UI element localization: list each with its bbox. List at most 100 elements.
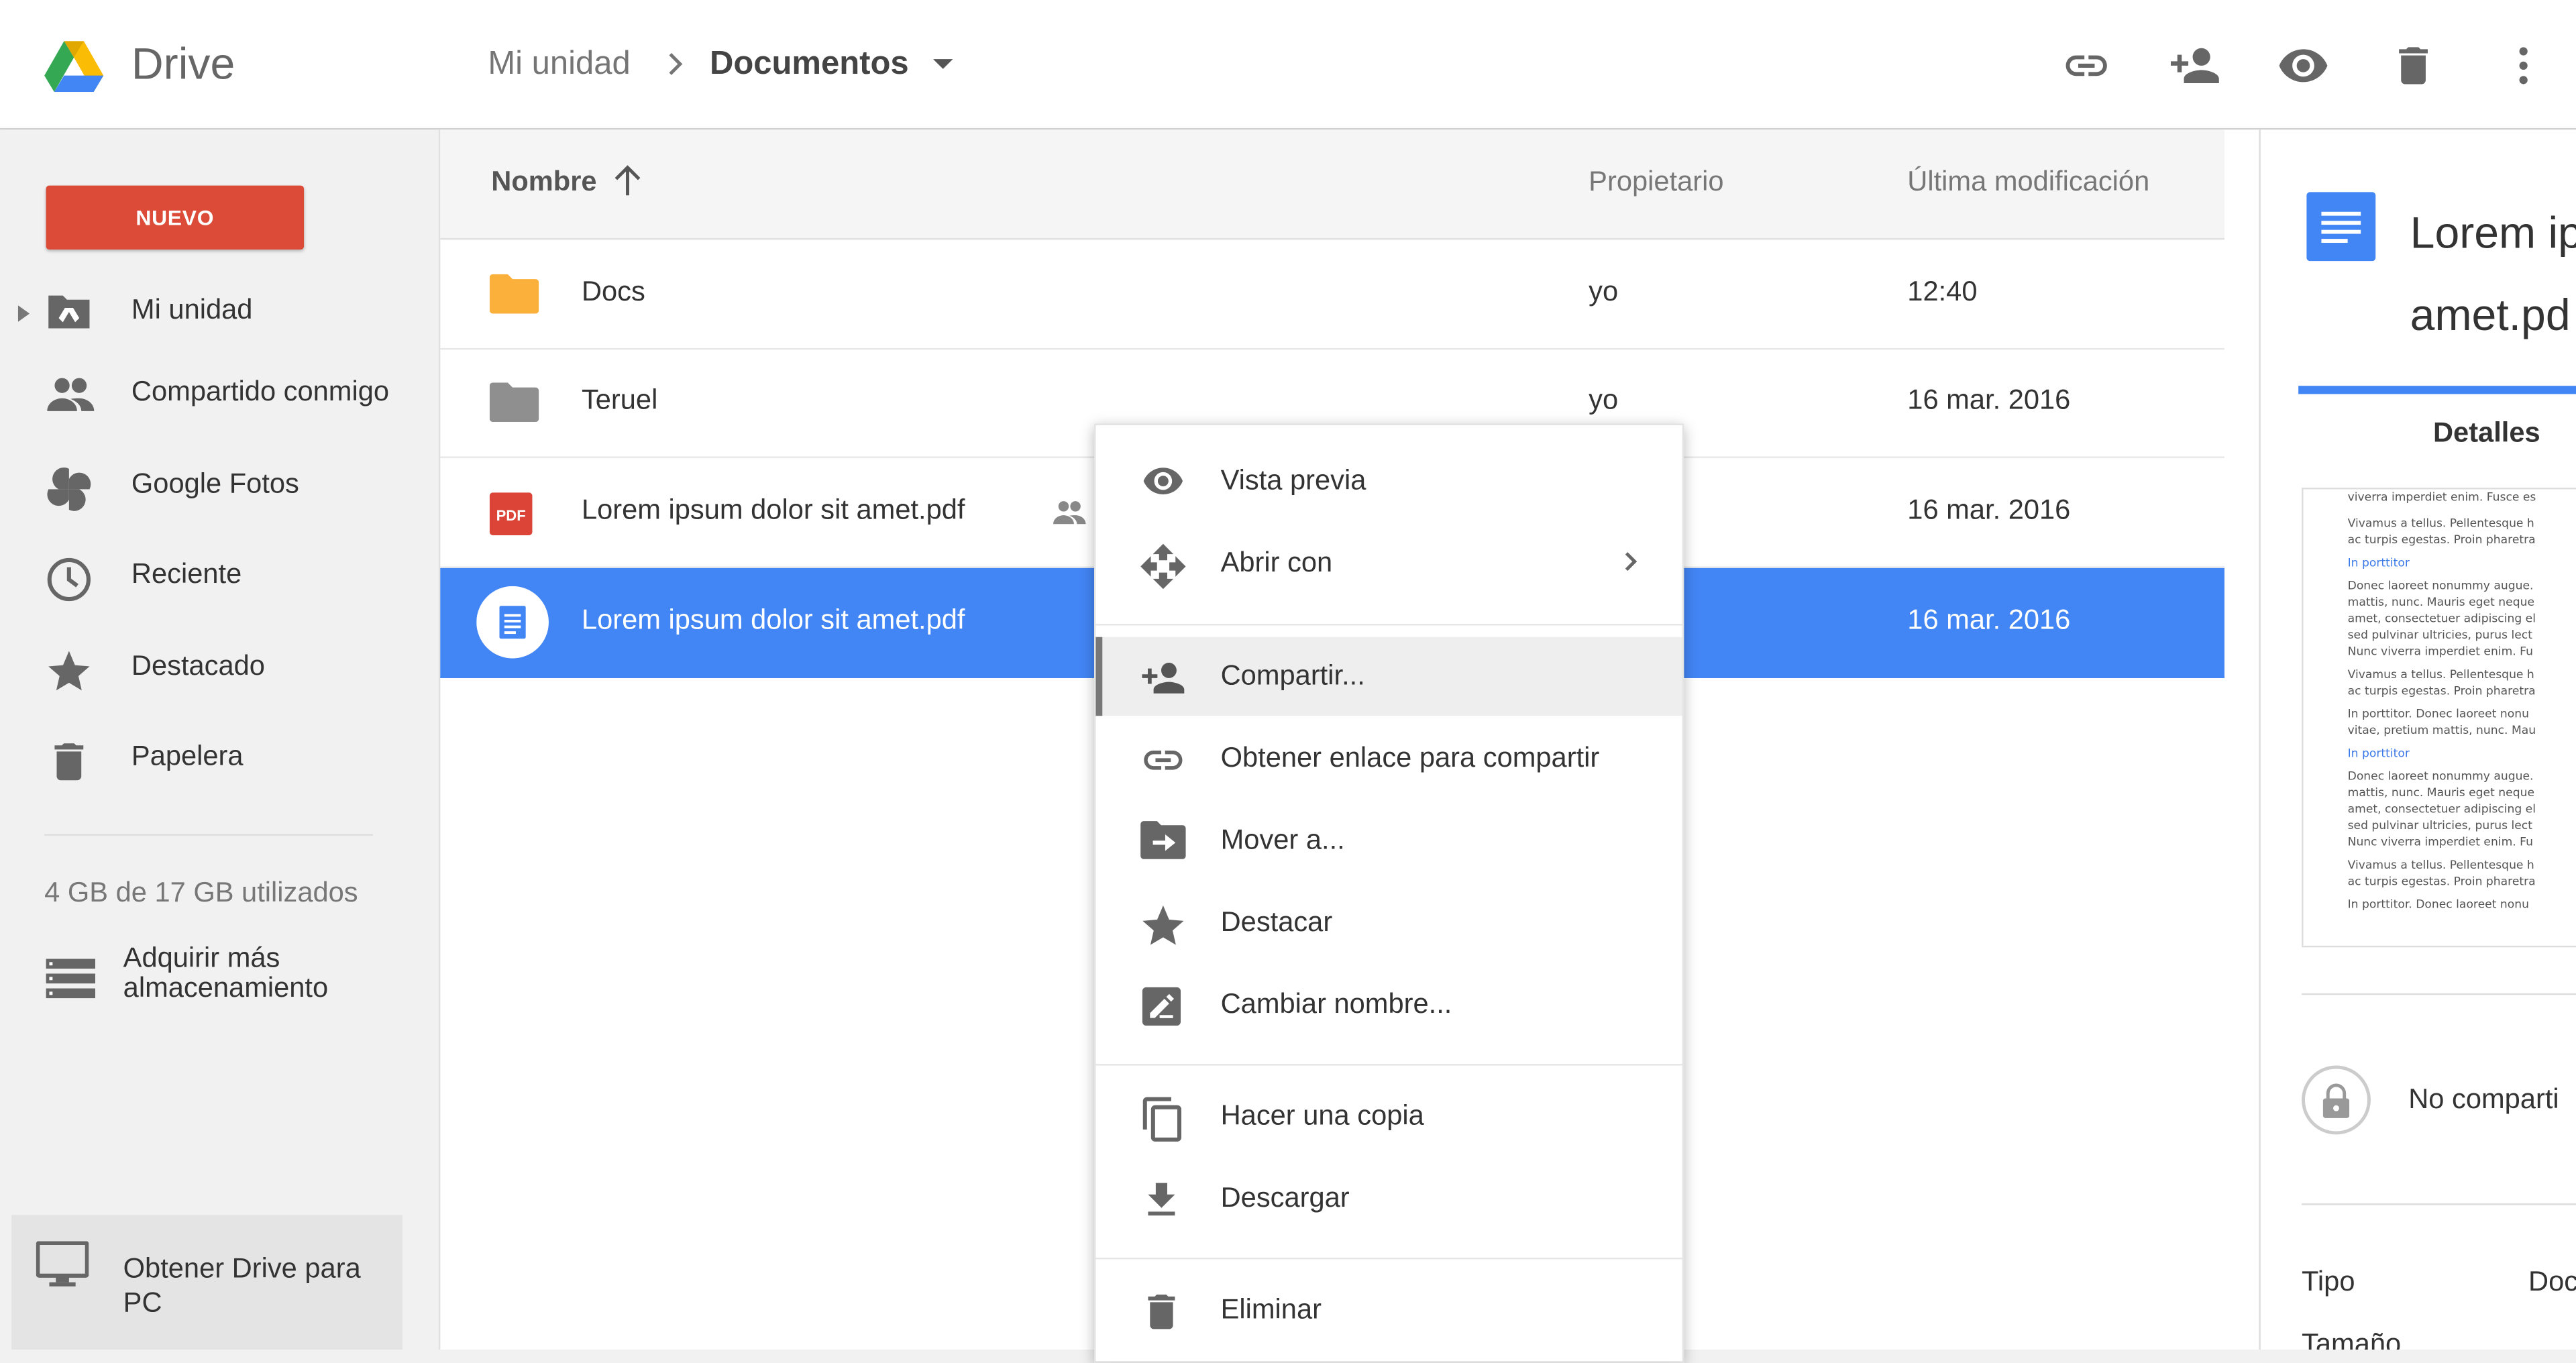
preview-line: In porttitor. Donec laoreet nonu <box>2347 707 2529 721</box>
preview-line: ac turpis egestas. Proin pharetra <box>2347 875 2536 889</box>
menu-item-label: Cambiar nombre... <box>1220 988 1452 1020</box>
menu-item-label: Compartir... <box>1220 659 1365 692</box>
file-name: Docs <box>581 276 645 307</box>
menu-item-label: Obtener enlace para compartir <box>1220 742 1600 773</box>
column-modified[interactable]: Última modificación <box>1907 166 2149 199</box>
sidebar-item-label: Reciente <box>131 558 242 590</box>
file-name: Teruel <box>581 384 658 416</box>
column-header-row: Nombre Propietario Última modificación <box>440 129 2224 240</box>
preview-line: In porttitor <box>2347 556 2410 570</box>
file-name: Lorem ipsum dolor sit amet.pdf <box>581 494 965 526</box>
preview-line: amet, consectetuer adipiscing el <box>2347 802 2536 816</box>
sidebar-item-shared[interactable]: Compartido conmigo <box>0 356 439 429</box>
sidebar-item-label: Google Fotos <box>131 468 299 500</box>
menu-item-delete[interactable]: Eliminar <box>1095 1271 1682 1350</box>
star-icon <box>44 647 93 696</box>
table-row[interactable]: Docs yo 12:40 <box>440 239 2224 350</box>
menu-divider <box>1095 1257 1682 1260</box>
menu-item-rename[interactable]: Cambiar nombre... <box>1095 965 1682 1044</box>
buy-storage-link[interactable]: Adquirir más almacenamiento <box>0 934 427 1016</box>
link-icon[interactable] <box>2060 40 2112 92</box>
preview-line: ac turpis egestas. Proin pharetra <box>2347 533 2536 547</box>
sidebar-item-label: Destacado <box>131 650 265 682</box>
preview-line: ac turpis egestas. Proin pharetra <box>2347 684 2536 698</box>
menu-item-copy[interactable]: Hacer una copia <box>1095 1077 1682 1156</box>
file-name: Lorem ipsum dolor sit amet.pdf <box>581 604 965 636</box>
column-owner[interactable]: Propietario <box>1589 166 1723 199</box>
menu-item-download[interactable]: Descargar <box>1095 1159 1682 1238</box>
details-title: Lorem ip amet.pd <box>2410 192 2576 356</box>
breadcrumb-current[interactable]: Documentos <box>710 46 909 84</box>
details-title-line2: amet.pd <box>2410 290 2571 340</box>
trash-icon[interactable] <box>2387 40 2439 92</box>
details-divider <box>2302 1203 2576 1205</box>
folder-move-icon <box>1138 819 1187 862</box>
file-modified: 16 mar. 2016 <box>1907 384 2071 416</box>
get-drive-for-pc[interactable]: Obtener Drive para PC <box>11 1215 403 1350</box>
sharing-status-badge <box>2302 1065 2371 1135</box>
details-title-line1: Lorem ip <box>2410 208 2576 258</box>
folder-icon <box>489 382 539 423</box>
new-button[interactable]: NUEVO <box>46 185 305 250</box>
preview-line: sed pulvinar ultricies, purus lect <box>2347 819 2532 832</box>
sidebar-item-recent[interactable]: Reciente <box>0 539 439 611</box>
menu-item-get-link[interactable]: Obtener enlace para compartir <box>1095 719 1682 798</box>
details-divider <box>2302 993 2576 995</box>
column-name[interactable]: Nombre <box>491 166 596 199</box>
drive-app: Drive Mi unidad Documentos NUEVO Mi unid… <box>0 0 2576 1363</box>
star-icon <box>1138 902 1187 950</box>
type-label: Tipo <box>2302 1266 2355 1297</box>
menu-item-label: Hacer una copia <box>1220 1099 1424 1132</box>
buy-storage-line1: Adquirir más <box>123 942 280 974</box>
eye-icon <box>1138 459 1187 502</box>
person-add-icon[interactable] <box>2169 40 2221 92</box>
tab-details[interactable]: Detalles <box>2433 417 2540 450</box>
storage-usage: 4 GB de 17 GB utilizados <box>44 877 358 908</box>
preview-line: viverra imperdiet enim. Fusce es <box>2347 490 2536 504</box>
breadcrumb-root[interactable]: Mi unidad <box>488 46 630 84</box>
sidebar-item-starred[interactable]: Destacado <box>0 631 439 703</box>
sidebar-item-label: Papelera <box>131 740 244 772</box>
get-drive-line2: PC <box>123 1287 162 1319</box>
document-preview[interactable]: viverra imperdiet enim. Fusce es Vivamus… <box>2302 487 2576 948</box>
menu-item-label: Eliminar <box>1220 1293 1322 1325</box>
file-modified: 16 mar. 2016 <box>1907 494 2071 526</box>
menu-item-move[interactable]: Mover a... <box>1095 801 1682 879</box>
sidebar-item-photos[interactable]: Google Fotos <box>0 448 439 521</box>
drive-logo-icon[interactable] <box>44 41 104 93</box>
brand-name[interactable]: Drive <box>131 40 235 91</box>
get-drive-label: Obtener Drive para PC <box>123 1251 361 1320</box>
preview-line: Donec laoreet nonummy augue. <box>2347 580 2534 593</box>
preview-line: Nunc viverra imperdiet enim. Fu <box>2347 645 2533 659</box>
preview-line: Vivamus a tellus. Pellentesque h <box>2347 517 2534 531</box>
menu-divider <box>1095 624 1682 626</box>
more-vert-icon[interactable] <box>2497 40 2549 92</box>
menu-item-label: Vista previa <box>1220 464 1366 496</box>
sidebar-divider <box>44 834 373 836</box>
preview-line: mattis, nunc. Mauris eget neque <box>2347 596 2535 610</box>
storage-icon <box>46 959 96 999</box>
people-icon <box>44 373 97 416</box>
menu-divider <box>1095 1064 1682 1066</box>
preview-line: vitae, pretium mattis, nunc. Mau <box>2347 724 2536 738</box>
menu-item-open-with[interactable]: Abrir con <box>1095 524 1682 602</box>
menu-item-share[interactable]: Compartir... <box>1095 637 1682 716</box>
sidebar-item-my-drive[interactable]: Mi unidad <box>0 274 439 347</box>
chevron-right-icon <box>663 48 686 80</box>
file-owner: yo <box>1589 384 1619 416</box>
doc-file-icon <box>2305 190 2377 263</box>
size-label: Tamaño <box>2302 1328 2402 1350</box>
menu-item-preview[interactable]: Vista previa <box>1095 441 1682 520</box>
caret-down-icon[interactable] <box>930 51 956 77</box>
eye-icon[interactable] <box>2277 40 2329 92</box>
drive-folder-icon <box>44 290 93 333</box>
menu-item-label: Descargar <box>1220 1182 1350 1213</box>
preview-line: amet, consectetuer adipiscing el <box>2347 612 2536 626</box>
preview-line: Vivamus a tellus. Pellentesque h <box>2347 668 2534 682</box>
menu-item-star[interactable]: Destacar <box>1095 883 1682 962</box>
arrow-up-icon[interactable] <box>611 162 644 199</box>
monitor-icon <box>36 1241 89 1287</box>
menu-item-label: Destacar <box>1220 906 1333 938</box>
link-icon <box>1138 737 1187 783</box>
sidebar-item-trash[interactable]: Papelera <box>0 721 439 794</box>
